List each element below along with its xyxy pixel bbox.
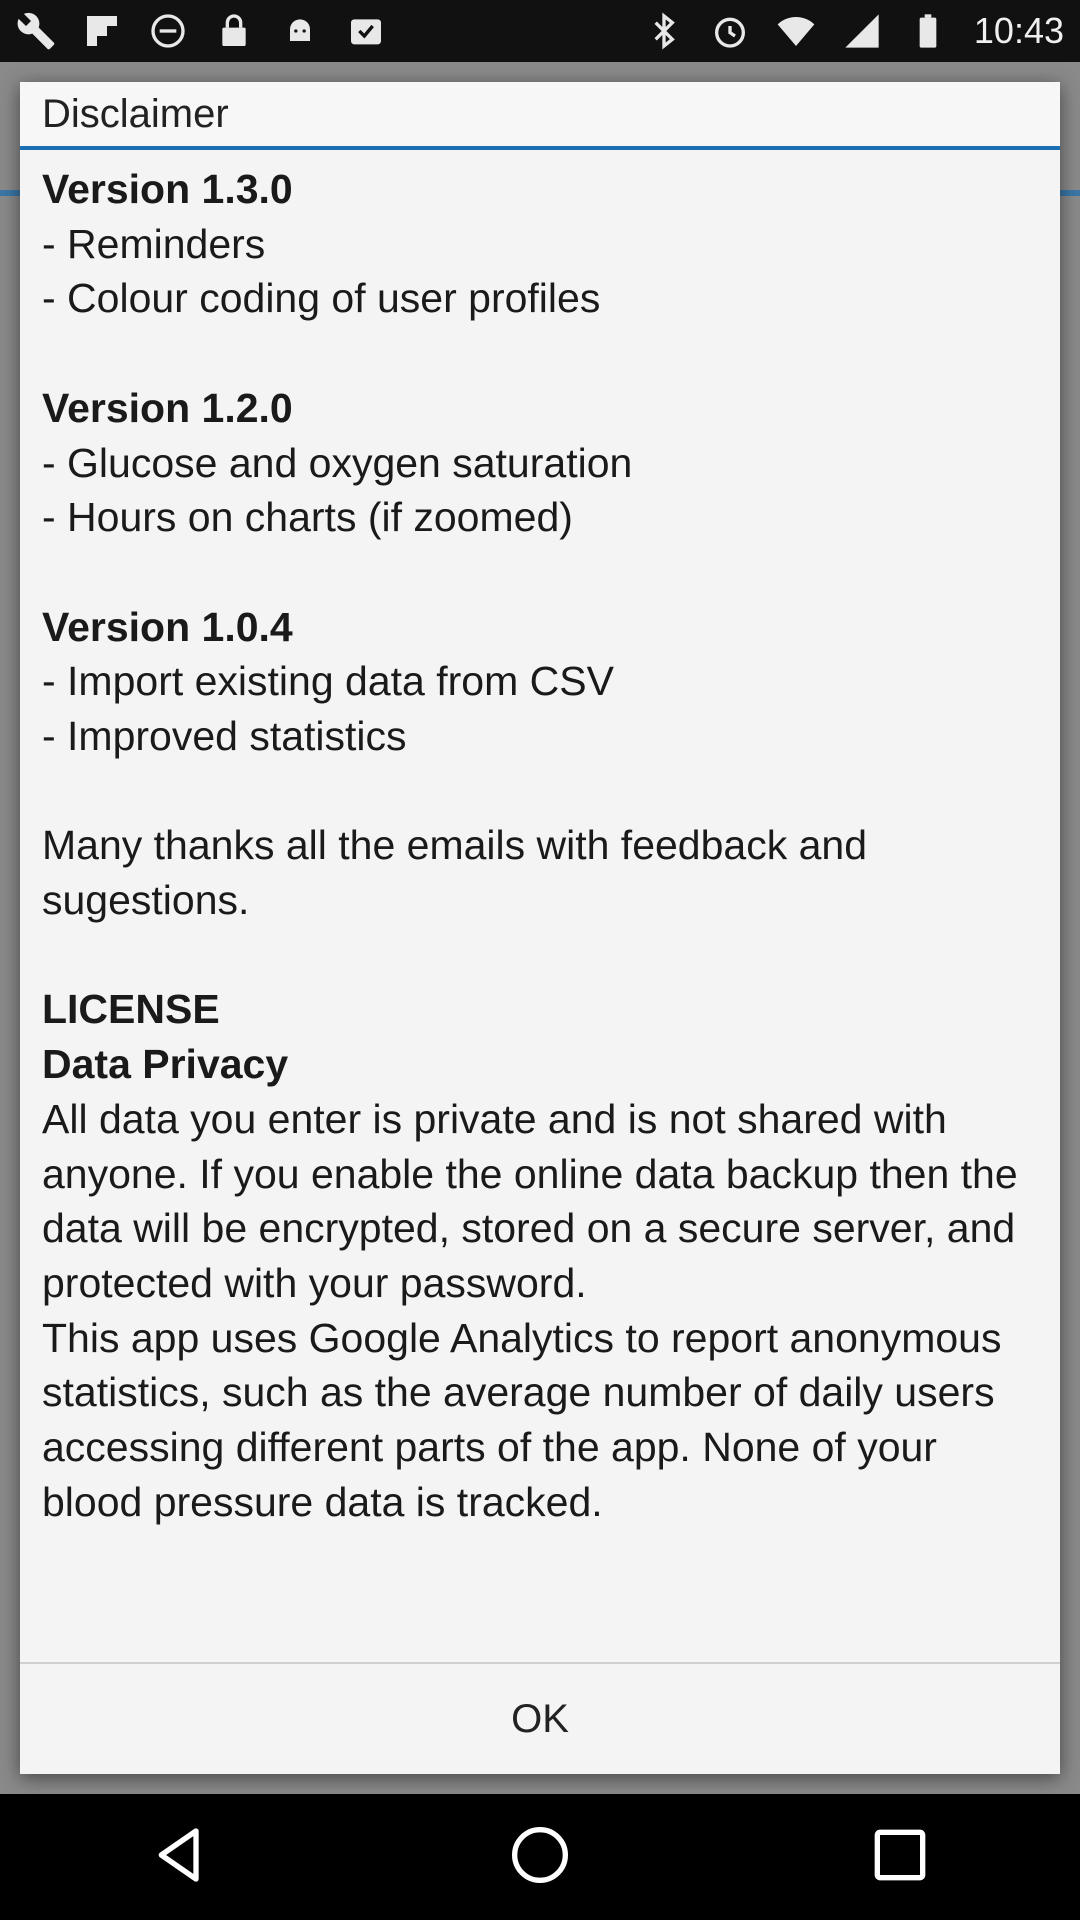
- status-bar-left: [16, 11, 386, 51]
- changelog-item: - Import existing data from CSV: [42, 658, 614, 705]
- ok-button[interactable]: OK: [20, 1664, 1060, 1774]
- lock-icon: [214, 11, 254, 51]
- privacy-text: All data you enter is private and is not…: [42, 1095, 1018, 1306]
- thanks-text: Many thanks all the emails with feedback…: [42, 822, 868, 924]
- dialog-title: Disclaimer: [20, 82, 1060, 150]
- back-button[interactable]: [125, 1802, 235, 1912]
- status-bar-right: 10:43: [644, 10, 1064, 52]
- status-time: 10:43: [973, 10, 1064, 51]
- changelog-item: - Colour coding of user profiles: [42, 275, 601, 322]
- disclaimer-dialog: Disclaimer Version 1.3.0 - Reminders - C…: [20, 82, 1060, 1774]
- analytics-text: This app uses Google Analytics to report…: [42, 1314, 1002, 1525]
- privacy-heading: Data Privacy: [42, 1041, 289, 1088]
- alarm-icon: [710, 11, 750, 51]
- checklist-icon: [346, 11, 386, 51]
- android-icon: [280, 11, 320, 51]
- wrench-icon: [16, 11, 56, 51]
- version-heading: Version 1.3.0: [42, 166, 293, 212]
- home-icon: [508, 1823, 572, 1892]
- navigation-bar: [0, 1794, 1080, 1920]
- changelog-item: - Glucose and oxygen saturation: [42, 439, 633, 486]
- license-heading: LICENSE: [42, 986, 220, 1033]
- changelog-item: - Reminders: [42, 220, 266, 267]
- version-heading: Version 1.0.4: [42, 603, 293, 650]
- recents-icon: [868, 1823, 932, 1892]
- changelog-item: - Improved statistics: [42, 713, 407, 759]
- status-bar: 10:43: [0, 0, 1080, 62]
- flipboard-icon: [82, 11, 122, 51]
- bluetooth-icon: [644, 11, 684, 51]
- version-heading: Version 1.2.0: [42, 384, 293, 431]
- dnd-icon: [148, 11, 188, 51]
- home-button[interactable]: [485, 1802, 595, 1912]
- battery-icon: [908, 11, 948, 51]
- back-icon: [148, 1823, 212, 1892]
- recents-button[interactable]: [845, 1802, 955, 1912]
- changelog-item: - Hours on charts (if zoomed): [42, 494, 573, 541]
- wifi-icon: [776, 11, 816, 51]
- signal-icon: [842, 11, 882, 51]
- dialog-body[interactable]: Version 1.3.0 - Reminders - Colour codin…: [20, 154, 1060, 1742]
